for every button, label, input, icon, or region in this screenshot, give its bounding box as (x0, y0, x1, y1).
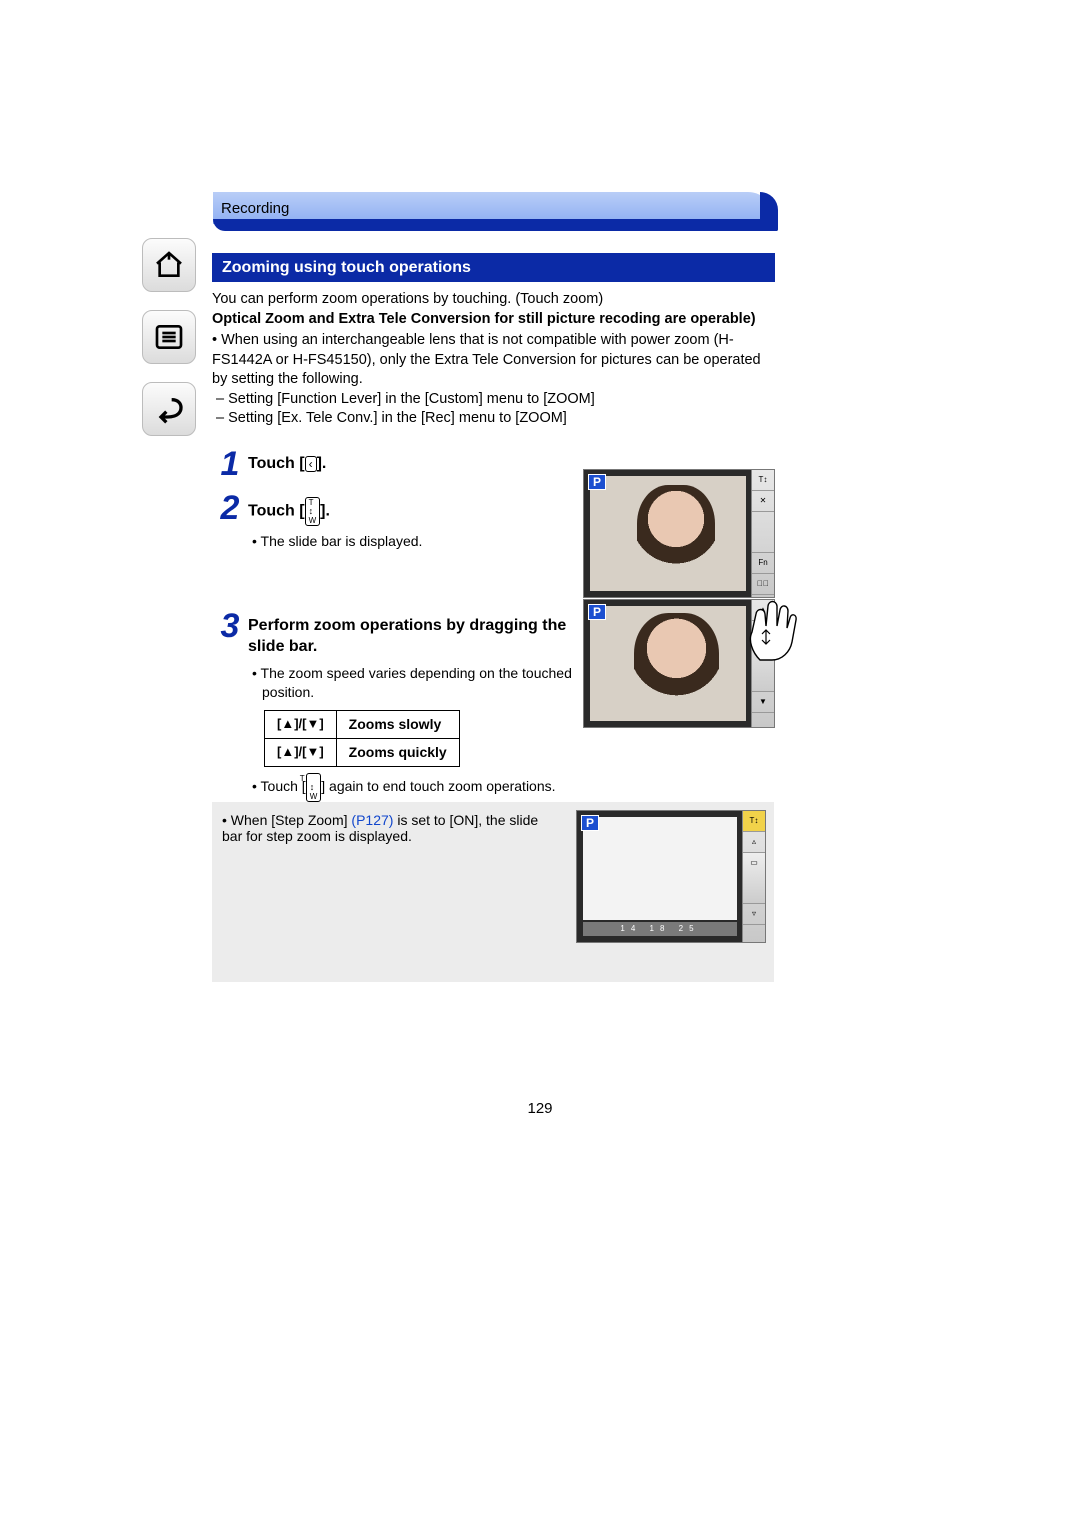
ev-icon: ✕ (752, 491, 774, 512)
touch-zoom-icon: T↕W (305, 497, 321, 526)
section-title: Zooming using touch operations (222, 259, 471, 277)
screen-side-icons: T↕ ✕ Fn �⃞ (751, 470, 774, 597)
step3-title: Perform zoom operations by dragging the … (248, 617, 566, 656)
keys-cell: [▲]/[▼] (265, 710, 337, 738)
table-row: [▲]/[▼]Zooms slowly (265, 710, 460, 738)
screen-slide-bar: T↕ ▵ ▭ ▿ (742, 811, 765, 942)
screen-inner (590, 606, 746, 721)
mode-badge: P (588, 474, 606, 490)
intro-line-bold: Optical Zoom and Extra Tele Conversion f… (212, 310, 774, 330)
step-number: 2 (212, 491, 248, 525)
zoom-tw-icon: T↕ (752, 470, 774, 491)
note-pre: • When [Step Zoom] (222, 812, 351, 828)
step1-post: ]. (317, 455, 327, 472)
desc-cell: Zooms slowly (336, 710, 459, 738)
step3-sub: • The zoom speed varies depending on the… (248, 664, 588, 702)
toc-icon (153, 321, 185, 353)
mode-badge: P (588, 604, 606, 620)
note-page-link[interactable]: (P127) (351, 812, 393, 828)
step-number: 3 (212, 609, 248, 643)
home-icon (153, 249, 185, 281)
mode-badge: P (581, 815, 599, 831)
header-decoration-tail (760, 192, 778, 231)
step-number: 1 (212, 447, 248, 481)
section-title-bar: Zooming using touch operations (212, 253, 775, 282)
fn-icon: Fn (752, 553, 774, 574)
note-box: • When [Step Zoom] (P127) is set to [ON]… (212, 802, 774, 982)
home-icon-button[interactable] (142, 238, 196, 292)
breadcrumb-label: Recording (221, 200, 289, 217)
step2-sub: • The slide bar is displayed. (248, 532, 578, 551)
step2-pre: Touch [ (248, 503, 305, 520)
step3-after: • Touch [T↕W] again to end touch zoom op… (248, 773, 588, 802)
zoom-speed-table: [▲]/[▼]Zooms slowly [▲]/[▼]Zooms quickly (264, 710, 460, 767)
intro-line: You can perform zoom operations by touch… (212, 290, 774, 310)
keys-cell: [▲]/[▼] (265, 738, 337, 766)
intro-bullet: • When using an interchangeable lens tha… (212, 331, 774, 390)
step2-post: ]. (320, 503, 330, 520)
screen-illustration-3: P 14 18 25 T↕ ▵ ▭ ▿ (576, 810, 766, 943)
toc-icon-button[interactable] (142, 310, 196, 364)
hand-drag-icon (742, 592, 798, 662)
screen-inner (590, 476, 746, 591)
page-number: 129 (0, 1100, 1080, 1117)
touch-tab-icon: ‹ (305, 456, 317, 472)
desc-cell: Zooms quickly (336, 738, 459, 766)
step1-pre: Touch [ (248, 455, 305, 472)
back-icon-button[interactable] (142, 382, 196, 436)
back-icon (153, 393, 185, 425)
intro-sub1: – Setting [Function Lever] in the [Custo… (212, 390, 774, 410)
table-row: [▲]/[▼]Zooms quickly (265, 738, 460, 766)
screen-illustration-1: P T↕ ✕ Fn �⃞ (583, 469, 775, 598)
header-decoration (213, 219, 774, 231)
zoom-scale: 14 18 25 (583, 922, 737, 936)
touch-zoom-icon: T↕W (306, 773, 322, 802)
intro-sub2: – Setting [Ex. Tele Conv.] in the [Rec] … (212, 409, 774, 429)
